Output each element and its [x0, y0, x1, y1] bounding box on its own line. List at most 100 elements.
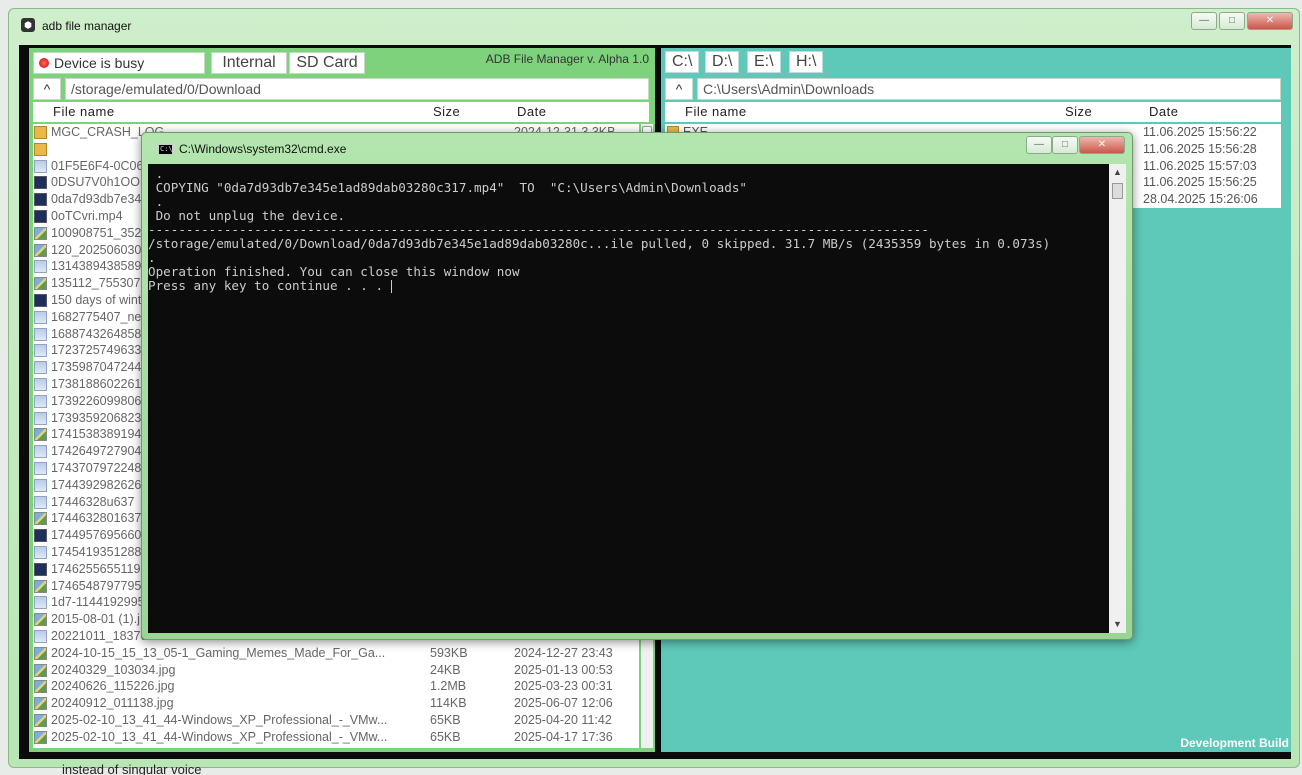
image-icon [34, 646, 47, 660]
console-line: Do not unplug the device. [148, 209, 1109, 223]
console-line-text: . [148, 166, 164, 181]
column-header-name[interactable]: File name [33, 102, 427, 122]
file-date: 2025-05-05 00:40 [514, 746, 639, 748]
image-icon [34, 327, 47, 341]
pc-file-date: 11.06.2025 15:56:22 [1143, 125, 1257, 139]
maximize-button[interactable]: □ [1219, 12, 1245, 30]
console-line: Operation finished. You can close this w… [148, 265, 1109, 279]
image-icon [34, 680, 47, 694]
file-size: 759KB [430, 746, 510, 748]
video-icon [34, 193, 47, 207]
scroll-up-icon[interactable]: ▲ [1109, 164, 1126, 181]
console-line-text: Do not unplug the device. [148, 208, 346, 223]
console-line: . [148, 251, 1109, 265]
image-icon [34, 697, 47, 711]
image-icon [34, 663, 47, 677]
pc-file-date: 11.06.2025 15:57:03 [1143, 158, 1257, 173]
cmd-minimize-button[interactable]: — [1026, 136, 1052, 154]
file-name: 2025-02-10_13_41_44-Windows_XP_Professio… [51, 729, 388, 744]
scroll-down-icon[interactable]: ▼ [1109, 616, 1126, 633]
image-icon [34, 445, 47, 459]
image-icon [34, 411, 47, 425]
console-line: COPYING "0da7d93db7e345e1ad89dab03280c31… [148, 181, 1109, 195]
pc-column-header-date[interactable]: Date [1143, 102, 1281, 122]
pc-file-date: 28.04.2025 15:26:06 [1143, 192, 1258, 207]
development-build-label: Development Build [1180, 736, 1289, 750]
file-row[interactable]: 2025-02-23_20_27_20-2_Discord_sings_I_NE… [33, 746, 639, 748]
pc-column-header-name[interactable]: File name [665, 102, 1059, 122]
sdcard-button[interactable]: SD Card [289, 52, 365, 74]
file-size: 114KB [430, 696, 467, 711]
drive-button-d[interactable]: D:\ [705, 51, 740, 73]
file-name: 2024-10-15_15_13_05-1_Gaming_Memes_Made_… [51, 645, 386, 660]
file-row[interactable]: 20240912_011138.jpg 114KB 2025-06-07 12:06 [33, 695, 639, 712]
image-icon [34, 495, 47, 509]
drive-button-c[interactable]: C:\ [665, 51, 700, 73]
console-line-text: COPYING "0da7d93db7e345e1ad89dab03280c31… [148, 180, 747, 195]
up-directory-button[interactable]: ^ [33, 78, 61, 100]
console-scrollbar[interactable]: ▲ ▼ [1109, 164, 1126, 633]
console-line-text: Operation finished. You can close this w… [148, 264, 520, 279]
file-name: 20240329_103034.jpg [51, 662, 176, 677]
file-row[interactable]: 20240329_103034.jpg 24KB 2025-01-13 00:53 [33, 662, 639, 679]
minimize-button[interactable]: — [1191, 12, 1217, 30]
video-icon [34, 176, 47, 190]
cmd-close-button[interactable]: ✕ [1079, 136, 1125, 154]
pc-column-header-size[interactable]: Size [1059, 102, 1143, 122]
image-icon [34, 159, 47, 173]
file-date: 2025-03-23 00:31 [514, 679, 613, 694]
console-output[interactable]: . COPYING "0da7d93db7e345e1ad89dab03280c… [148, 164, 1109, 633]
cmd-maximize-button[interactable]: □ [1052, 136, 1078, 154]
pc-file-date: 11.06.2025 15:56:28 [1143, 141, 1257, 156]
console-cursor [390, 280, 392, 293]
cmd-icon: C:\ [158, 144, 173, 155]
app-icon: ⬢ [21, 18, 35, 32]
cmd-window: C:\ C:\Windows\system32\cmd.exe — □ ✕ . … [141, 132, 1133, 640]
image-icon [34, 478, 47, 492]
drive-button-e[interactable]: E:\ [747, 51, 781, 73]
drive-button-h[interactable]: H:\ [789, 51, 824, 73]
column-header-date[interactable]: Date [511, 102, 649, 122]
file-name: 20240626_115226.jpg [51, 679, 175, 694]
image-icon [34, 546, 47, 559]
file-row[interactable]: 20240626_115226.jpg 1.2MB 2025-03-23 00:31 [33, 678, 639, 695]
pc-up-directory-button[interactable]: ^ [665, 78, 693, 100]
title-bar[interactable]: ⬢ adb file manager — □ ✕ [9, 9, 1299, 43]
file-row[interactable]: 2025-02-10_13_41_44-Windows_XP_Professio… [33, 729, 639, 746]
console-line-text: . [148, 194, 164, 209]
file-date: 2024-12-27 23:43 [514, 645, 613, 660]
image-icon [34, 613, 47, 627]
file-row[interactable]: 2024-10-15_15_13_05-1_Gaming_Memes_Made_… [33, 645, 639, 662]
background-text: instead of singular voice [62, 762, 202, 775]
image-icon [34, 260, 47, 274]
column-header-size[interactable]: Size [427, 102, 511, 122]
file-row[interactable]: 2025-02-10_13_41_44-Windows_XP_Professio… [33, 712, 639, 729]
pc-path-field[interactable]: C:\Users\Admin\Downloads [697, 78, 1281, 100]
folder-icon [34, 142, 47, 156]
console-line: Press any key to continue . . . [148, 279, 1109, 293]
image-icon [34, 630, 47, 643]
file-date: 2025-04-17 17:36 [514, 729, 613, 744]
console-scrollbar-thumb[interactable] [1112, 183, 1123, 199]
console-line-text: Press any key to continue . . . [148, 278, 391, 293]
image-icon [34, 378, 47, 391]
console-line-text: /storage/emulated/0/Download/0da7d93db7e… [148, 236, 1051, 251]
image-icon [34, 730, 47, 744]
console-line-text: . [148, 250, 156, 265]
device-path-field[interactable]: /storage/emulated/0/Download [65, 78, 649, 100]
close-button[interactable]: ✕ [1247, 12, 1293, 30]
device-status-text: Device is busy [54, 55, 145, 71]
device-status: Device is busy [33, 52, 205, 74]
file-date: 2025-06-07 12:06 [514, 696, 613, 711]
image-icon [34, 361, 47, 375]
console-line: . [148, 195, 1109, 209]
file-size: 24KB [430, 662, 461, 677]
image-icon [34, 714, 47, 727]
internal-storage-button[interactable]: Internal [211, 52, 287, 74]
video-icon [34, 529, 47, 543]
folder-icon [34, 126, 47, 139]
console-line: . [148, 167, 1109, 181]
image-icon [34, 344, 47, 358]
console-line: /storage/emulated/0/Download/0da7d93db7e… [148, 237, 1109, 251]
file-size: 1.2MB [430, 679, 467, 694]
